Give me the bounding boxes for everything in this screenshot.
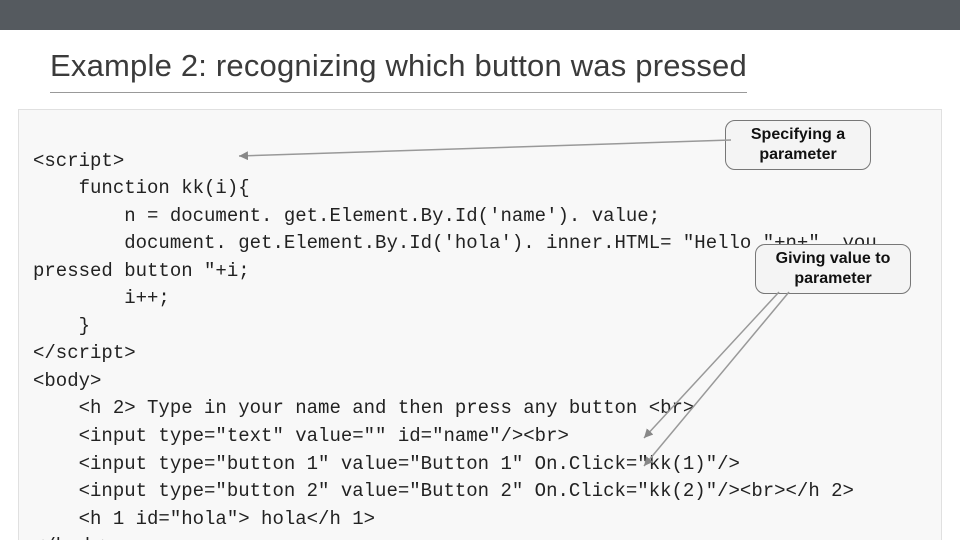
code-line: </body> bbox=[33, 535, 113, 540]
code-line: <input type="text" value="" id="name"/><… bbox=[33, 425, 569, 447]
code-line: <h 1 id="hola"> hola</h 1> bbox=[33, 508, 375, 530]
code-line: </script> bbox=[33, 342, 136, 364]
code-line: function kk(i){ bbox=[33, 177, 250, 199]
code-line: pressed button "+i; bbox=[33, 260, 250, 282]
callout-specifying-parameter: Specifying a parameter bbox=[725, 120, 871, 170]
code-line: i++; bbox=[33, 287, 170, 309]
code-line: } bbox=[33, 315, 90, 337]
slide-header-bar bbox=[0, 0, 960, 30]
callout-giving-value: Giving value to parameter bbox=[755, 244, 911, 294]
title-area: Example 2: recognizing which button was … bbox=[0, 30, 960, 103]
annotation-arrows bbox=[19, 110, 943, 540]
code-line: <body> bbox=[33, 370, 101, 392]
code-line: <h 2> Type in your name and then press a… bbox=[33, 397, 694, 419]
code-line: <input type="button 2" value="Button 2" … bbox=[33, 480, 854, 502]
code-line: document. get.Element.By.Id('hola'). inn… bbox=[33, 232, 877, 254]
code-line: <script> bbox=[33, 150, 124, 172]
code-panel: <script> function kk(i){ n = document. g… bbox=[18, 109, 942, 540]
code-line: n = document. get.Element.By.Id('name').… bbox=[33, 205, 660, 227]
slide-title: Example 2: recognizing which button was … bbox=[50, 48, 747, 93]
code-line: <input type="button 1" value="Button 1" … bbox=[33, 453, 740, 475]
